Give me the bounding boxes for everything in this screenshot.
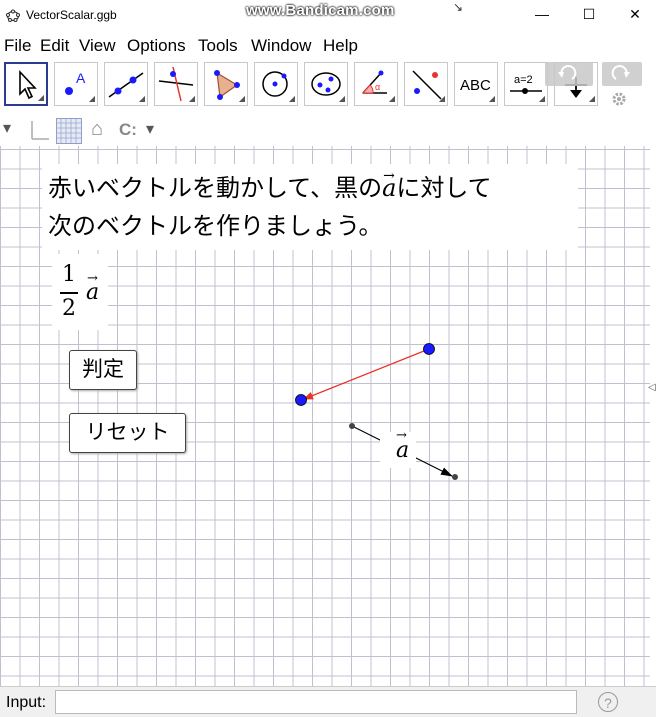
- menu-help[interactable]: Help: [323, 36, 358, 56]
- tool-conic[interactable]: ◢: [304, 62, 348, 106]
- minimize-button[interactable]: —: [527, 6, 557, 26]
- graphics-view[interactable]: 赤いベクトルを動かして、黒の → aに対して 次のベクトルを作りましょう。 1 2 …: [0, 146, 650, 686]
- window-title: VectorScalar.ggb: [26, 8, 117, 22]
- toggle-style-bar-icon[interactable]: ▾: [3, 118, 11, 138]
- vector-layer: [295, 343, 458, 480]
- black-vector-tail-point: [349, 423, 355, 429]
- point-capturing-icon[interactable]: C:: [119, 120, 137, 140]
- title-bar: VectorScalar.ggb www.Bandicam.com ↘ — ☐ …: [0, 0, 656, 32]
- tool-polygon[interactable]: ◢: [204, 62, 248, 106]
- redo-button[interactable]: [602, 62, 642, 86]
- menu-view[interactable]: View: [79, 36, 116, 56]
- axes-icon[interactable]: [28, 119, 50, 141]
- grid-icon[interactable]: [56, 118, 82, 144]
- svg-text:a=2: a=2: [514, 74, 533, 86]
- menu-options[interactable]: Options: [127, 36, 186, 56]
- svg-text:α: α: [375, 82, 380, 92]
- vector-arrow-icon: →: [396, 428, 407, 443]
- tool-line[interactable]: ◢: [104, 62, 148, 106]
- point-capturing-dropdown-icon[interactable]: ▾: [146, 119, 154, 139]
- tool-text[interactable]: ABC ◢: [454, 62, 498, 106]
- close-button[interactable]: ✕: [620, 6, 650, 26]
- red-vector[interactable]: [303, 348, 430, 400]
- red-vector-head-point[interactable]: [295, 394, 307, 406]
- toolbar: ◢ A ◢ ◢ ◢ ◢ ◢ ◢ α ◢ ◢ ABC ◢ a=2 ◢ ◢: [0, 58, 656, 116]
- menu-bar: File Edit View Options Tools Window Help: [0, 32, 656, 58]
- black-vector-head-point: [452, 474, 458, 480]
- tool-angle[interactable]: α ◢: [354, 62, 398, 106]
- menu-edit[interactable]: Edit: [40, 36, 69, 56]
- tool-point[interactable]: A ◢: [54, 62, 98, 106]
- menu-window[interactable]: Window: [251, 36, 311, 56]
- style-bar: ▾ ⌂ C: ▾: [0, 116, 656, 146]
- tool-slider[interactable]: a=2 ◢: [504, 62, 548, 106]
- redo-icon: [611, 65, 630, 80]
- help-icon[interactable]: ?: [598, 692, 618, 712]
- undo-button[interactable]: [545, 62, 593, 86]
- tool-move[interactable]: ◢: [4, 62, 48, 106]
- recorder-watermark: www.Bandicam.com: [246, 2, 395, 19]
- maximize-button[interactable]: ☐: [574, 6, 604, 26]
- home-icon[interactable]: ⌂: [91, 118, 103, 141]
- input-field[interactable]: [55, 690, 577, 714]
- collapse-side-panel-icon[interactable]: ◁: [648, 382, 656, 393]
- menu-file[interactable]: File: [4, 36, 31, 56]
- undo-icon: [558, 65, 577, 80]
- red-vector-tail-point[interactable]: [423, 343, 435, 355]
- input-bar: Input: ?: [0, 686, 656, 717]
- tool-circle[interactable]: ◢: [254, 62, 298, 106]
- vector-a-label: → a: [380, 428, 416, 468]
- menu-tools[interactable]: Tools: [198, 36, 238, 56]
- svg-text:ABC: ABC: [460, 77, 491, 94]
- svg-text:A: A: [76, 70, 86, 86]
- input-label: Input:: [6, 694, 47, 711]
- pin-icon[interactable]: ↘: [453, 0, 463, 14]
- geogebra-app-icon: [6, 9, 20, 22]
- gear-icon[interactable]: [610, 90, 628, 108]
- tool-reflect[interactable]: ◢: [404, 62, 448, 106]
- tool-perpendicular-line[interactable]: ◢: [154, 62, 198, 106]
